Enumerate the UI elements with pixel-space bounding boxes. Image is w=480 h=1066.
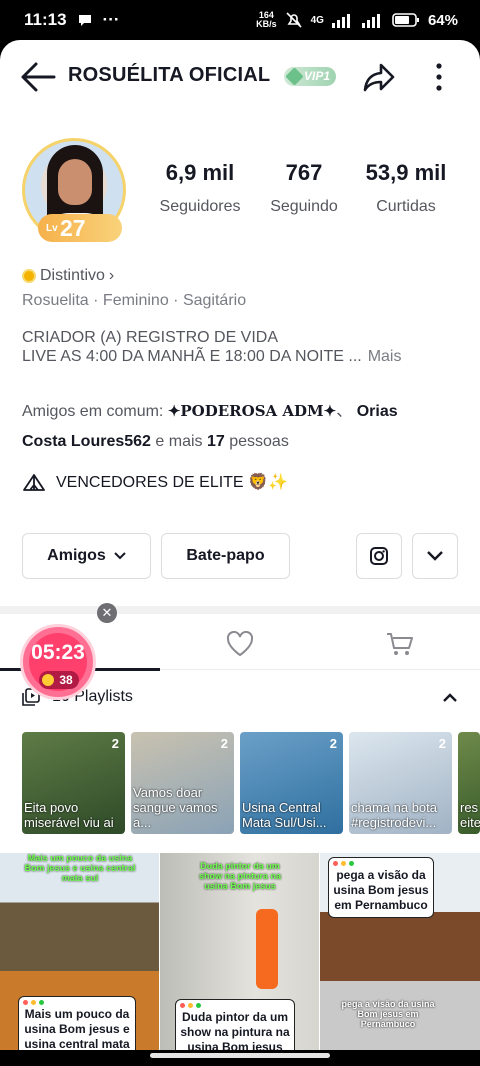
playlist-card[interactable]: 2 Usina Central Mata Sul/Usi...: [240, 732, 343, 834]
bio-more-link[interactable]: Mais: [368, 348, 402, 365]
fan-group-link[interactable]: VENCEDORES DE ELITE 🦁✨: [22, 472, 288, 492]
badge-icon: [22, 269, 36, 283]
bio: CRIADOR (A) REGISTRO DE VIDA LIVE AS 4:0…: [22, 329, 402, 365]
coin-count: 38: [39, 671, 79, 689]
chevron-up-icon[interactable]: [442, 692, 458, 704]
section-divider: [0, 606, 480, 614]
level-badge: Lv 27: [38, 214, 122, 242]
vip-gem-icon: [285, 67, 304, 86]
home-gesture-bar[interactable]: [150, 1053, 330, 1058]
video-caption: Duda pintor da um show na pintura na usi…: [175, 999, 295, 1050]
live-timer-widget[interactable]: 05:23 38: [20, 624, 96, 700]
chevron-right-icon: ›: [108, 267, 115, 284]
battery-icon: [392, 13, 419, 27]
video-thumbnail[interactable]: pega a visão da usina Bom jesus em Perna…: [320, 853, 480, 1050]
instagram-button[interactable]: [356, 533, 402, 579]
playlist-card[interactable]: 2 Vamos doar sangue vamos a...: [131, 732, 234, 834]
vip-badge: VIP1: [284, 67, 337, 86]
badge-link[interactable]: Distintivo ›: [22, 267, 114, 285]
share-icon[interactable]: [362, 60, 396, 94]
network-type: 4G: [310, 14, 324, 26]
net-speed: 164 KB/s: [256, 10, 277, 29]
battery-level: 64%: [427, 11, 458, 29]
status-bar: 11:13 ··· 164 KB/s 4G 64%: [0, 0, 480, 40]
stat-followers[interactable]: 6,9 mil Seguidores: [154, 160, 246, 216]
stat-following[interactable]: 767 Seguindo: [264, 160, 344, 216]
more-options-icon[interactable]: [430, 60, 448, 94]
page-title: ROSUÉLITA OFICIAL: [68, 64, 271, 86]
video-thumbnail[interactable]: Duda pintor da um show na pintura na usi…: [160, 853, 319, 1050]
tab-liked[interactable]: [160, 618, 320, 670]
playlist-card[interactable]: 2 Eita povo miserável viu ai: [22, 732, 125, 834]
chat-button[interactable]: Bate-papo: [161, 533, 290, 579]
friends-button[interactable]: Amigos: [22, 533, 151, 579]
playlists-header[interactable]: 10 Playlists: [22, 688, 462, 706]
playlist-card[interactable]: 2 chama na bota #registrodevi...: [349, 732, 452, 834]
signal-icon: [331, 14, 350, 28]
cart-icon: [387, 633, 413, 655]
status-time: 11:13: [24, 10, 67, 29]
back-arrow-icon[interactable]: [20, 60, 56, 94]
profile-page: ROSUÉLITA OFICIAL VIP1 Lv 27 6,9 mil Seg…: [0, 40, 480, 1050]
heart-icon: [226, 631, 254, 657]
tab-shop[interactable]: [320, 618, 480, 670]
video-caption: Mais um pouco da usina Bom jesus e usina…: [18, 996, 136, 1050]
more-notifications-icon: ···: [102, 10, 120, 29]
video-thumbnail[interactable]: Mais um pouco da usina Bom jesus e usina…: [0, 853, 159, 1050]
stat-likes[interactable]: 53,9 mil Curtidas: [360, 160, 452, 216]
chevron-down-icon: [114, 552, 126, 560]
mutual-friends[interactable]: Amigos em comum: ✦PODEROSA ADM✦、 Orias C…: [22, 396, 462, 457]
playlist-row: 2 Eita povo miserável viu ai 2 Vamos doa…: [22, 732, 480, 834]
group-tent-icon: [23, 474, 45, 491]
mute-icon: [286, 12, 302, 28]
chevron-down-icon: [427, 551, 443, 561]
video-caption: pega a visão da usina Bom jesus em Perna…: [328, 857, 434, 918]
playlist-card[interactable]: res eite: [458, 732, 480, 834]
close-timer-icon[interactable]: ✕: [97, 603, 117, 623]
signal-icon-2: [361, 14, 380, 28]
chat-notification-icon: [78, 15, 91, 26]
expand-button[interactable]: [412, 533, 458, 579]
instagram-icon: [370, 547, 388, 565]
profile-meta: Rosuelita · Feminino · Sagitário: [22, 292, 247, 309]
